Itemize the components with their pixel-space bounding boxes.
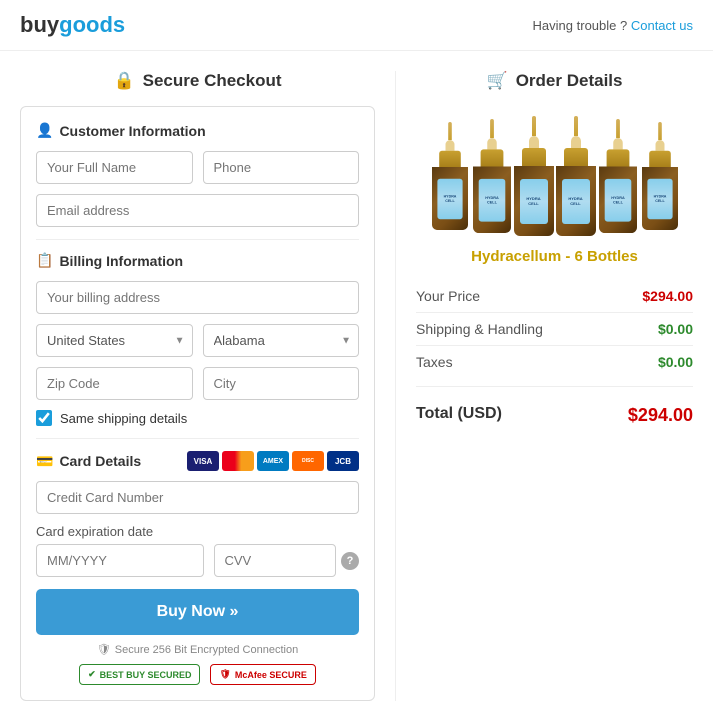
card-number-row [36,481,359,514]
card-icon: 💳 [36,453,53,470]
product-image-container: HYDRACELL HYDRACELL HYDRACELL [416,106,693,236]
expiry-cvv-row: ? [36,544,359,577]
country-state-row: United States ▼ Alabama ▼ [36,324,359,357]
state-select[interactable]: Alabama [203,324,360,357]
cvv-help-icon[interactable]: ? [341,552,359,570]
right-panel: 🛒 Order Details HYDRACELL [395,71,693,701]
header-right: Having trouble ? Contact us [533,18,693,33]
cart-icon: 🛒 [487,71,508,91]
shipping-label: Shipping & Handling [416,321,543,337]
shipping-line: Shipping & Handling $0.00 [416,313,693,346]
bottle-1: HYDRACELL [432,122,468,230]
card-section-header: 💳 Card Details VISA AMEX DISC JCB [36,451,359,471]
bottle-5: HYDRACELL [599,119,637,233]
header: buygoods Having trouble ? Contact us [0,0,713,51]
customer-section-title: 👤 Customer Information [36,122,359,139]
expiry-label: Card expiration date [36,524,359,539]
trouble-text: Having trouble ? [533,18,628,33]
country-wrapper: United States ▼ [36,324,193,357]
secured-badge-icon: ✔ [88,669,96,680]
bottle-2: HYDRACELL [473,119,511,233]
logo-buy: buy [20,12,59,37]
discover-icon: DISC [292,451,324,471]
billing-section-title: 📋 Billing Information [36,252,359,269]
state-wrapper: Alabama ▼ [203,324,360,357]
mcafee-badge: 🛡 McAfee SECURE [210,664,315,685]
same-shipping-checkbox[interactable] [36,410,52,426]
card-section-title: 💳 Card Details [36,453,141,470]
card-number-input[interactable] [36,481,359,514]
billing-icon: 📋 [36,252,53,269]
cvv-input[interactable] [214,544,337,577]
same-shipping-label[interactable]: Same shipping details [60,411,187,426]
email-row [36,194,359,227]
mastercard-icon [222,451,254,471]
main-layout: 🔒 Secure Checkout 👤 Customer Information… [0,51,713,721]
total-label: Total (USD) [416,405,502,426]
expiry-input[interactable] [36,544,204,577]
logo: buygoods [20,12,125,38]
contact-link[interactable]: Contact us [631,18,693,33]
country-select[interactable]: United States [36,324,193,357]
order-title: 🛒 Order Details [416,71,693,91]
product-name: Hydracellum - 6 Bottles [416,248,693,265]
total-value: $294.00 [628,405,693,426]
price-value: $294.00 [642,288,693,304]
trust-badges: ✔ BEST BUY SECURED 🛡 McAfee SECURE [36,664,359,685]
name-phone-row [36,151,359,184]
left-panel: 🔒 Secure Checkout 👤 Customer Information… [20,71,375,701]
shipping-value: $0.00 [658,321,693,337]
total-line: Total (USD) $294.00 [416,395,693,436]
bottle-6: HYDRACELL [642,122,678,230]
cvv-wrapper: ? [214,544,360,577]
address-input[interactable] [36,281,359,314]
expiry-section: Card expiration date ? [36,524,359,577]
buy-now-button[interactable]: Buy Now » [36,589,359,635]
taxes-value: $0.00 [658,354,693,370]
amex-icon: AMEX [257,451,289,471]
price-label: Your Price [416,288,480,304]
zip-city-row [36,367,359,400]
person-icon: 👤 [36,122,53,139]
price-line: Your Price $294.00 [416,280,693,313]
full-name-input[interactable] [36,151,193,184]
city-input[interactable] [203,367,360,400]
mcafee-badge-icon: 🛡 [219,669,230,680]
lock-icon: 🔒 [113,71,134,91]
order-lines: Your Price $294.00 Shipping & Handling $… [416,280,693,378]
secure-text: 🛡 Secure 256 Bit Encrypted Connection [36,643,359,656]
address-row [36,281,359,314]
bottle-4: HYDRACELL [556,116,596,236]
card-icons: VISA AMEX DISC JCB [187,451,359,471]
zip-input[interactable] [36,367,193,400]
bottle-3: HYDRACELL [514,116,554,236]
taxes-line: Taxes $0.00 [416,346,693,378]
product-bottles: HYDRACELL HYDRACELL HYDRACELL [416,106,693,236]
taxes-label: Taxes [416,354,453,370]
email-input[interactable] [36,194,359,227]
same-shipping-row: Same shipping details [36,410,359,426]
checkout-title: 🔒 Secure Checkout [20,71,375,91]
visa-icon: VISA [187,451,219,471]
shield-icon: 🛡 [97,643,111,656]
phone-input[interactable] [203,151,360,184]
logo-goods: goods [59,12,125,37]
jcb-icon: JCB [327,451,359,471]
form-card: 👤 Customer Information 📋 Billing Informa… [20,106,375,701]
secured-badge: ✔ BEST BUY SECURED [79,664,200,685]
